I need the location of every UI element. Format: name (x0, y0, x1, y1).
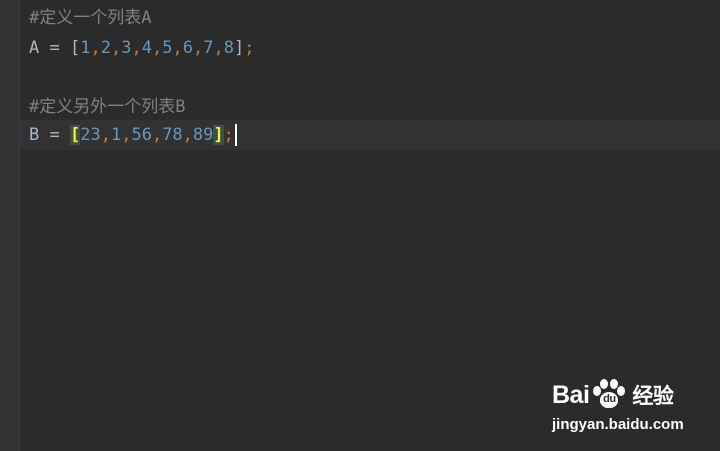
code-line-3-empty[interactable] (20, 63, 720, 93)
list-a-comma: , (110, 38, 122, 58)
list-a-comma: , (151, 38, 163, 58)
list-b-assign-operator: = (39, 125, 70, 145)
code-line-5-current[interactable]: B = [23,1,56,78,89]; (20, 120, 720, 150)
baidu-paw-icon: du (591, 378, 627, 412)
list-a-close-bracket: ] (233, 38, 245, 58)
list-a-number: 2 (100, 38, 111, 58)
list-a-number: 3 (121, 38, 132, 58)
list-a-number: 5 (162, 38, 173, 58)
list-b-open-bracket: [ (69, 125, 81, 145)
list-a-comma: , (172, 38, 183, 58)
list-b-variable: B (29, 125, 40, 145)
list-b-comma: , (121, 125, 132, 145)
list-b-number: 89 (192, 125, 214, 145)
list-b-comma: , (182, 125, 193, 145)
list-b-close-bracket: ] (213, 125, 224, 145)
list-a-number: 1 (80, 38, 91, 58)
list-b-number: 1 (110, 125, 122, 145)
list-a-open-bracket: [ (69, 38, 81, 58)
list-a-comma: , (90, 38, 101, 58)
list-a-number: 8 (223, 38, 234, 58)
list-a-comma: , (213, 38, 224, 58)
list-b-comma: , (100, 125, 111, 145)
list-a-comma: , (192, 38, 204, 58)
list-a-comma: , (131, 38, 142, 58)
paw-du-text: du (603, 393, 616, 405)
baidu-jingyan-watermark: Bai du 经验 jingyan.baidu.com (552, 372, 712, 442)
code-line-4[interactable]: #定义另外一个列表B (20, 92, 720, 122)
baidu-logo-text: Bai (552, 380, 590, 409)
list-b-comma: , (151, 125, 163, 145)
comment-line-b: #定义另外一个列表B (29, 97, 186, 117)
text-cursor (234, 124, 237, 146)
code-line-2[interactable]: A = [1,2,3,4,5,6,7,8]; (20, 33, 720, 63)
list-b-number: 23 (80, 125, 101, 145)
list-b-number: 56 (131, 125, 152, 145)
list-a-number: 7 (203, 38, 214, 58)
list-b-number: 78 (162, 125, 183, 145)
list-a-variable: A (29, 38, 40, 58)
code-line-1[interactable]: #定义一个列表A (20, 3, 720, 33)
comment-line-a: #定义一个列表A (29, 8, 152, 28)
list-b-semicolon: ; (223, 125, 234, 145)
baidu-logo: Bai du 经验 (552, 378, 674, 412)
list-a-number: 4 (141, 38, 152, 58)
editor-gutter (0, 0, 20, 451)
list-a-number: 6 (182, 38, 193, 58)
jingyan-text: 经验 (632, 385, 674, 408)
list-a-semicolon: ; (244, 38, 255, 58)
code-editor[interactable]: #定义一个列表A A = [1,2,3,4,5,6,7,8]; #定义另外一个列… (0, 0, 720, 451)
list-a-assign-operator: = (39, 38, 70, 58)
watermark-url: jingyan.baidu.com (552, 416, 684, 433)
